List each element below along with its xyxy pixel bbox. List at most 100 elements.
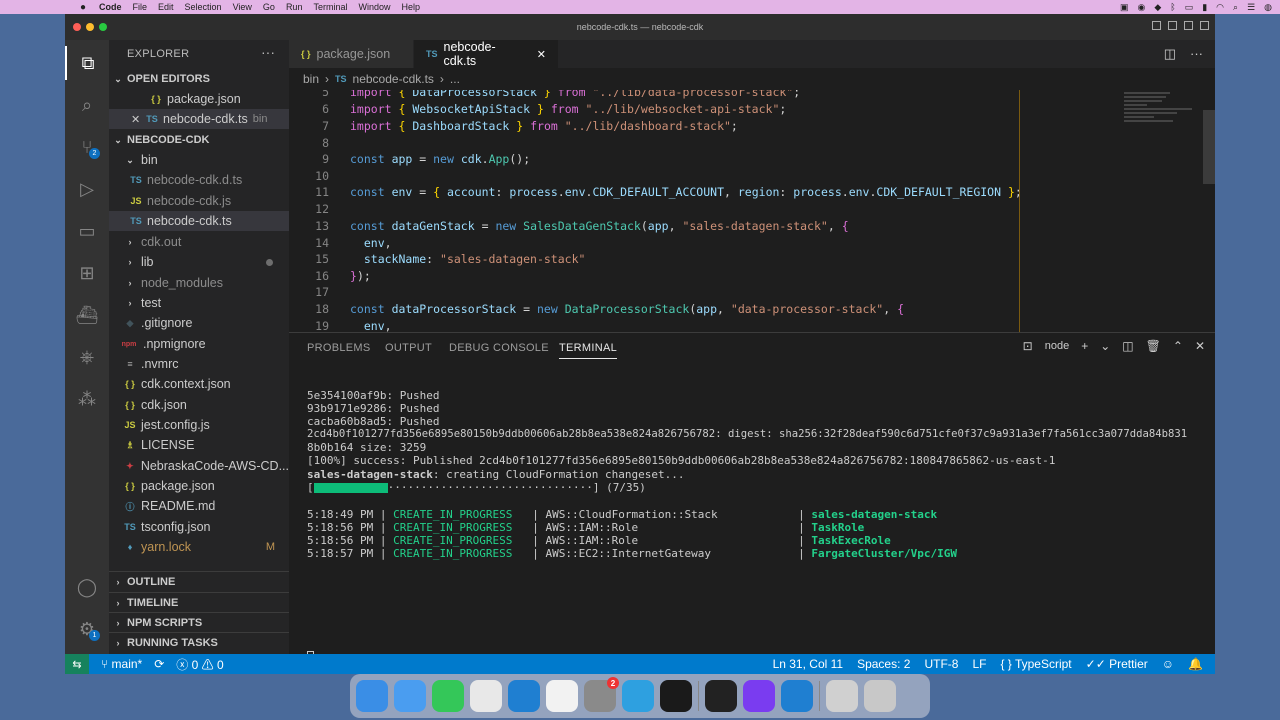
dock-system-preferences-icon[interactable]: 2 — [584, 677, 619, 712]
open-editor-item-active[interactable]: ✕ TS nebcode-cdk.ts bin — [109, 109, 289, 129]
new-terminal-icon[interactable]: + — [1081, 339, 1088, 353]
dock-finder-icon[interactable] — [356, 680, 388, 712]
tree-item-bin[interactable]: ⌄ bin — [109, 150, 289, 170]
language-mode[interactable]: { } TypeScript — [1000, 657, 1071, 671]
search-icon[interactable]: ⌕ — [65, 88, 109, 122]
tree-item-node-modules[interactable]: › node_modules — [109, 273, 289, 293]
close-panel-icon[interactable]: ✕ — [1195, 339, 1205, 353]
tree-item[interactable]: npm .npmignore — [109, 334, 289, 354]
menu-edit[interactable]: Edit — [158, 2, 174, 12]
tree-item[interactable]: ⓘ README.md — [109, 496, 289, 516]
gear-icon[interactable]: ⚙ 1 — [65, 612, 109, 646]
open-editors-header[interactable]: ⌄ OPEN EDITORS — [109, 69, 289, 89]
siri-icon[interactable]: ◍ — [1264, 2, 1272, 13]
dock-screen-recorder-icon[interactable] — [743, 680, 775, 712]
minimize-window-button[interactable] — [86, 23, 94, 31]
problems-indicator[interactable]: ⓧ 0 ⚠ 0 — [176, 656, 223, 673]
terminal-name[interactable]: node — [1045, 340, 1069, 352]
timeline-header[interactable]: › TIMELINE — [109, 592, 289, 612]
menu-run[interactable]: Run — [286, 2, 303, 12]
tree-item[interactable]: { } cdk.json — [109, 395, 289, 415]
tree-item-test[interactable]: › test — [109, 293, 289, 313]
running-tasks-header[interactable]: › RUNNING TASKS — [109, 632, 289, 652]
tab-nebcode-cdk-ts[interactable]: TS nebcode-cdk.ts ✕ — [414, 40, 558, 68]
accounts-icon[interactable]: ◯ — [65, 570, 109, 604]
dock-trash-icon[interactable] — [864, 680, 896, 712]
menu-window[interactable]: Window — [358, 2, 390, 12]
npm-scripts-header[interactable]: › NPM SCRIPTS — [109, 612, 289, 632]
dock-chrome-icon[interactable] — [470, 680, 502, 712]
tray-app-icon[interactable]: ◉ — [1138, 2, 1146, 13]
branch-icon[interactable]: ⑂ main* — [101, 657, 142, 671]
project-header[interactable]: ⌄ NEBCODE-CDK — [109, 130, 289, 150]
tree-item[interactable]: TS nebcode-cdk.d.ts — [109, 170, 289, 190]
tab-package-json[interactable]: { } package.json — [289, 40, 413, 68]
dock-markdown-icon[interactable] — [622, 680, 654, 712]
tree-item-lib[interactable]: › lib — [109, 252, 289, 272]
toggle-panel-icon[interactable] — [1168, 21, 1177, 30]
dock-messages-icon[interactable] — [432, 680, 464, 712]
end-of-line[interactable]: LF — [972, 657, 986, 671]
close-window-button[interactable] — [73, 23, 81, 31]
breadcrumb-folder[interactable]: bin — [303, 72, 319, 86]
extensions-icon[interactable]: ⊞ — [65, 256, 109, 290]
menu-code[interactable]: Code — [99, 2, 122, 12]
open-editor-item[interactable]: { } package.json — [109, 89, 289, 109]
customize-layout-icon[interactable] — [1200, 21, 1209, 30]
notifications-icon[interactable]: 🔔 — [1188, 657, 1203, 671]
indentation[interactable]: Spaces: 2 — [857, 657, 910, 671]
bluetooth-icon[interactable]: ᛒ — [1170, 2, 1175, 12]
minimap[interactable] — [1124, 90, 1200, 150]
toggle-secondary-sidebar-icon[interactable] — [1184, 21, 1193, 30]
remote-indicator-icon[interactable]: ⇆ — [65, 654, 89, 674]
remote-explorer-icon[interactable]: ▭ — [65, 214, 109, 248]
maximize-panel-icon[interactable]: ⌃ — [1173, 339, 1183, 353]
menu-go[interactable]: Go — [263, 2, 275, 12]
menu-terminal[interactable]: Terminal — [313, 2, 347, 12]
breadcrumb-file[interactable]: nebcode-cdk.ts — [353, 72, 434, 86]
breadcrumb-symbol[interactable]: ... — [450, 72, 460, 86]
tree-item[interactable]: { } package.json — [109, 476, 289, 496]
encoding[interactable]: UTF-8 — [924, 657, 958, 671]
search-icon[interactable]: ⌕ — [1233, 2, 1238, 13]
tab-output[interactable]: OUTPUT — [385, 342, 432, 354]
trash-icon[interactable]: 🗑 — [1146, 339, 1161, 353]
split-editor-icon[interactable]: ◫ — [1164, 46, 1176, 62]
dock-terminal-icon[interactable] — [660, 680, 692, 712]
tree-item-selected[interactable]: TS nebcode-cdk.ts — [109, 211, 289, 231]
feedback-icon[interactable]: ☺ — [1162, 657, 1174, 671]
menu-view[interactable]: View — [233, 2, 252, 12]
explorer-icon[interactable]: ⧉ — [65, 46, 109, 80]
more-actions-icon[interactable]: ··· — [261, 44, 275, 60]
menu-file[interactable]: File — [133, 2, 148, 12]
tree-item[interactable]: ◆ .gitignore — [109, 313, 289, 333]
more-actions-icon[interactable]: ··· — [1190, 46, 1203, 62]
menu-selection[interactable]: Selection — [185, 2, 222, 12]
chevron-down-icon[interactable]: ⌄ — [1100, 339, 1110, 353]
dock-mail-icon[interactable] — [394, 680, 426, 712]
shield-icon[interactable]: ◆ — [1154, 2, 1161, 13]
control-center-icon[interactable]: ☰ — [1247, 2, 1255, 13]
code-editor[interactable]: 5 6 7 8 9 10 11 12 13 14 15 16 17 18 19 … — [289, 90, 1215, 332]
tree-item[interactable]: ✦ NebraskaCode-AWS-CD... — [109, 456, 289, 476]
tree-item[interactable]: JS nebcode-cdk.js — [109, 191, 289, 211]
tab-debug-console[interactable]: DEBUG CONSOLE — [449, 342, 549, 354]
screen-icon[interactable]: ▣ — [1120, 2, 1129, 13]
tree-item-cdk-out[interactable]: › cdk.out — [109, 232, 289, 252]
sync-icon[interactable]: ⟳ — [154, 657, 164, 671]
run-debug-icon[interactable]: ▷ — [65, 172, 109, 206]
dock-vs-code-icon[interactable] — [781, 680, 813, 712]
tree-item[interactable]: ♗ LICENSE — [109, 435, 289, 455]
close-tab-icon[interactable]: ✕ — [537, 48, 546, 61]
tab-terminal[interactable]: TERMINAL — [559, 342, 618, 359]
battery-icon[interactable]: ▮ — [1202, 2, 1207, 13]
kubernetes-icon[interactable]: ⎈ — [65, 340, 109, 374]
zoom-window-button[interactable] — [99, 23, 107, 31]
cursor-position[interactable]: Ln 31, Col 11 — [773, 657, 844, 671]
tree-item[interactable]: ≡ .nvmrc — [109, 354, 289, 374]
menu-help[interactable]: Help — [401, 2, 420, 12]
display-icon[interactable]: ▭ — [1185, 2, 1194, 13]
tree-item[interactable]: JS jest.config.js — [109, 415, 289, 435]
vertical-scrollbar[interactable] — [1203, 110, 1215, 184]
outline-header[interactable]: › OUTLINE — [109, 571, 289, 591]
